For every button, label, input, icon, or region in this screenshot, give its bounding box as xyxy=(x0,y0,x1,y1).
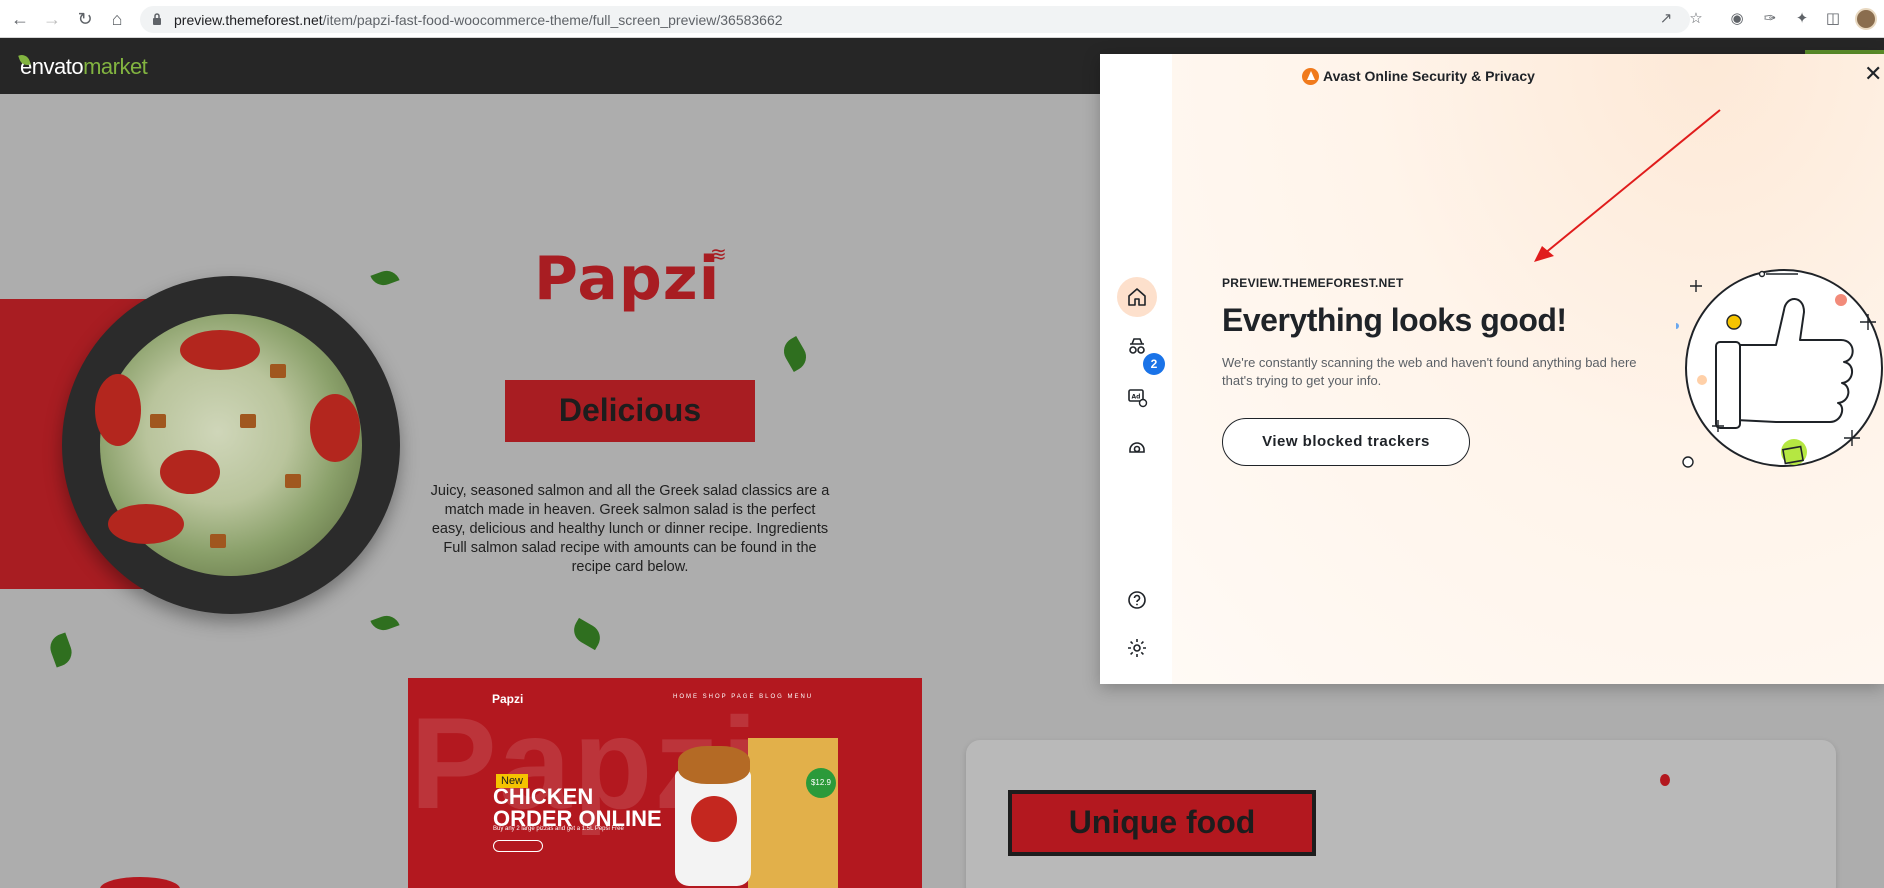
leaf-decoration xyxy=(569,617,605,651)
eyedropper-icon[interactable]: ✑ xyxy=(1760,9,1780,29)
status-headline: Everything looks good! xyxy=(1222,302,1567,339)
reload-icon[interactable]: ↻ xyxy=(75,9,95,29)
help-icon[interactable] xyxy=(1117,580,1157,620)
red-decoration xyxy=(100,877,180,888)
headline-text: Everything xyxy=(1222,302,1391,338)
crouton xyxy=(240,414,256,428)
thumb-logo: Papzi xyxy=(492,692,524,706)
thumb-price-badge: $12.9 xyxy=(806,768,836,798)
avast-logo-icon xyxy=(1302,68,1319,85)
extensions-icon[interactable]: ✦ xyxy=(1792,9,1812,29)
leaf-decoration xyxy=(778,336,812,372)
tomato-slice xyxy=(160,450,220,494)
avast-title: Avast Online Security & Privacy xyxy=(1323,68,1535,84)
close-icon[interactable]: ✕ xyxy=(1864,63,1884,85)
unique-food-heading: Unique food xyxy=(1068,804,1256,840)
url-text[interactable]: preview.themeforest.net/item/papzi-fast-… xyxy=(174,12,783,28)
leaf-decoration xyxy=(370,266,400,290)
crouton xyxy=(285,474,301,488)
delicious-heading: Delicious xyxy=(558,392,702,428)
thumb-headline-line1: CHICKEN xyxy=(493,784,594,809)
steam-icon: ≋ xyxy=(710,244,727,266)
site-domain: PREVIEW.THEMEFOREST.NET xyxy=(1222,276,1404,290)
back-icon[interactable]: ← xyxy=(10,9,30,29)
crouton xyxy=(270,364,286,378)
tomato-slice xyxy=(310,394,360,462)
thumb-nav: HOME SHOP PAGE BLOG MENU xyxy=(673,694,814,700)
fries-image xyxy=(748,738,838,888)
url-host: preview.themeforest.net xyxy=(174,12,323,28)
share-icon[interactable]: ↗ xyxy=(1656,9,1676,29)
headline-highlight: looks good! xyxy=(1390,302,1567,338)
browser-toolbar: ← → ↻ ⌂ preview.themeforest.net/item/pap… xyxy=(0,0,1884,38)
red-drop-decoration xyxy=(1660,774,1670,786)
cup-logo xyxy=(691,796,737,842)
tomato-slice xyxy=(95,374,141,446)
salad-description: Juicy, seasoned salmon and all the Greek… xyxy=(430,483,830,575)
thumb-order-button xyxy=(493,840,543,852)
papzi-logo: Papzi xyxy=(534,244,721,314)
tracker-count-badge: 2 xyxy=(1143,353,1165,375)
home-icon[interactable] xyxy=(1117,277,1157,317)
tomato-slice xyxy=(108,504,184,544)
sidebar-icon[interactable]: ◫ xyxy=(1823,9,1843,29)
crouton xyxy=(210,534,226,548)
thumb-headline: CHICKEN ORDER ONLINE xyxy=(493,786,662,830)
forward-icon[interactable]: → xyxy=(42,9,62,29)
svg-text:Ad: Ad xyxy=(1132,394,1141,401)
profile-avatar[interactable] xyxy=(1855,8,1877,30)
envato-logo[interactable]: envatomarket xyxy=(18,52,148,80)
envato-market-text: market xyxy=(83,54,148,79)
settings-icon[interactable] xyxy=(1117,628,1157,668)
leaf-decoration xyxy=(370,611,400,635)
lock-icon[interactable] xyxy=(152,13,162,25)
star-icon[interactable]: ☆ xyxy=(1686,9,1706,29)
view-blocked-trackers-button[interactable]: View blocked trackers xyxy=(1222,418,1470,466)
home-icon[interactable]: ⌂ xyxy=(107,9,127,29)
tomato-slice xyxy=(180,330,260,370)
status-description: We're constantly scanning the web and ha… xyxy=(1222,355,1637,388)
tracker-icon[interactable] xyxy=(1117,427,1157,467)
crouton xyxy=(150,414,166,428)
thumbs-up-illustration xyxy=(1676,269,1883,468)
red-arrow-annotation xyxy=(1534,109,1721,262)
camera-icon[interactable]: ◉ xyxy=(1727,9,1747,29)
address-bar[interactable]: preview.themeforest.net/item/papzi-fast-… xyxy=(140,6,1690,33)
thumb-subtext: Buy any 2 large pizzas and get a 1.5L Pe… xyxy=(493,826,624,832)
chicken-image xyxy=(678,746,750,784)
ad-block-icon[interactable]: Ad xyxy=(1117,377,1157,417)
theme-screenshot-thumbnail: Papzi Papzi HOME SHOP PAGE BLOG MENU New… xyxy=(408,678,922,888)
leaf-decoration xyxy=(46,632,76,668)
envato-logo-text: envato xyxy=(20,54,84,79)
url-path: /item/papzi-fast-food-woocommerce-theme/… xyxy=(322,12,783,28)
